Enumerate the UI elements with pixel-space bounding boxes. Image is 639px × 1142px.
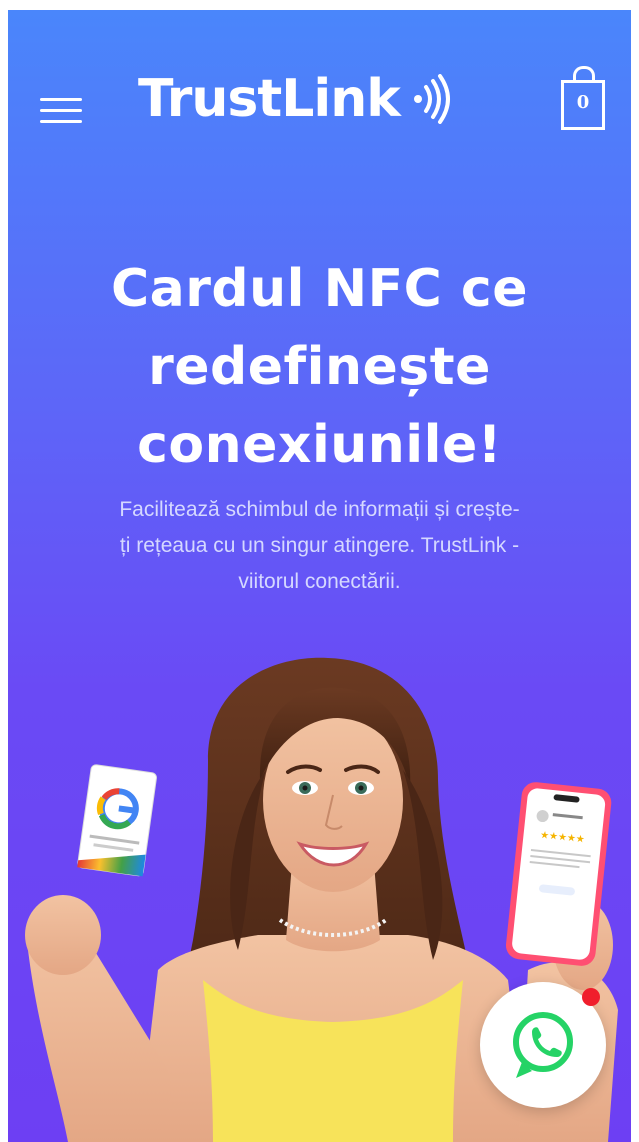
subtext-line: viitorul conectării. bbox=[238, 570, 401, 593]
cart-button[interactable]: 0 bbox=[561, 66, 605, 130]
site-logo[interactable]: TrustLink bbox=[138, 64, 452, 134]
nfc-waves-icon bbox=[413, 74, 450, 124]
cart-count: 0 bbox=[576, 92, 590, 113]
site-header: TrustLink 0 bbox=[8, 10, 631, 200]
headline-line: redefinește bbox=[148, 337, 491, 397]
notification-dot bbox=[582, 988, 600, 1006]
hamburger-menu-icon[interactable] bbox=[40, 94, 82, 126]
hero-headline: Cardul NFC ce redefinește conexiunile! bbox=[48, 250, 591, 484]
subtext-line: ți rețeaua cu un singur atingere. TrustL… bbox=[119, 534, 520, 557]
logo-text: TrustLink bbox=[138, 69, 401, 129]
hero-subtext: Facilitează schimbul de informații și cr… bbox=[48, 492, 591, 600]
page-frame: TrustLink 0 Cardul NFC ce redefinește co… bbox=[8, 10, 631, 1142]
headline-line: conexiunile! bbox=[137, 415, 502, 475]
headline-line: Cardul NFC ce bbox=[111, 259, 528, 319]
subtext-line: Facilitează schimbul de informații și cr… bbox=[119, 498, 520, 521]
